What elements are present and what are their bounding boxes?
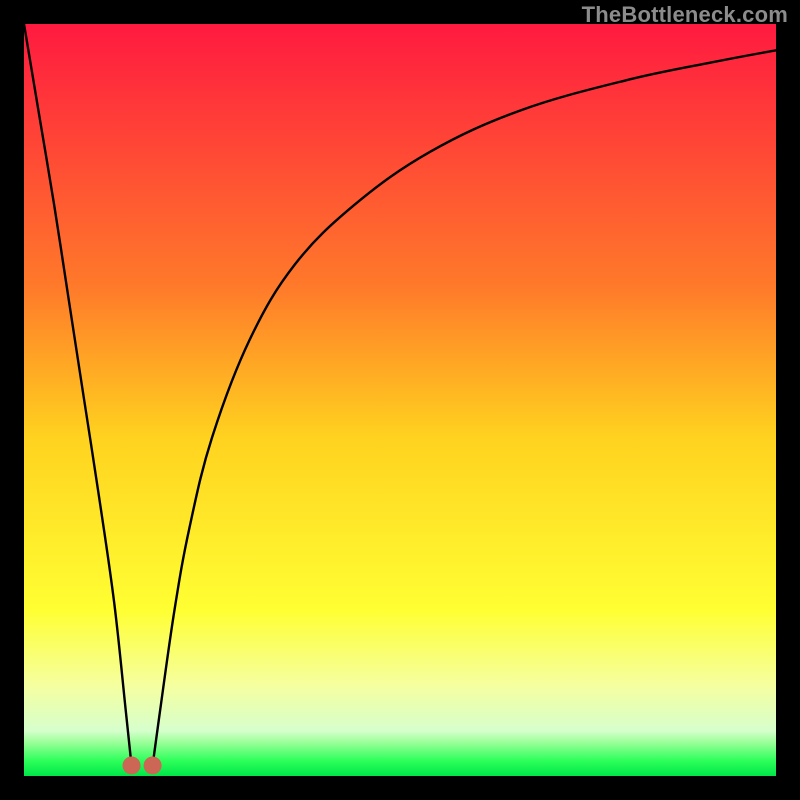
watermark-text: TheBottleneck.com [582, 2, 788, 28]
plot-gradient-background [24, 24, 776, 776]
bottleneck-chart [0, 0, 800, 800]
chart-frame: TheBottleneck.com [0, 0, 800, 800]
